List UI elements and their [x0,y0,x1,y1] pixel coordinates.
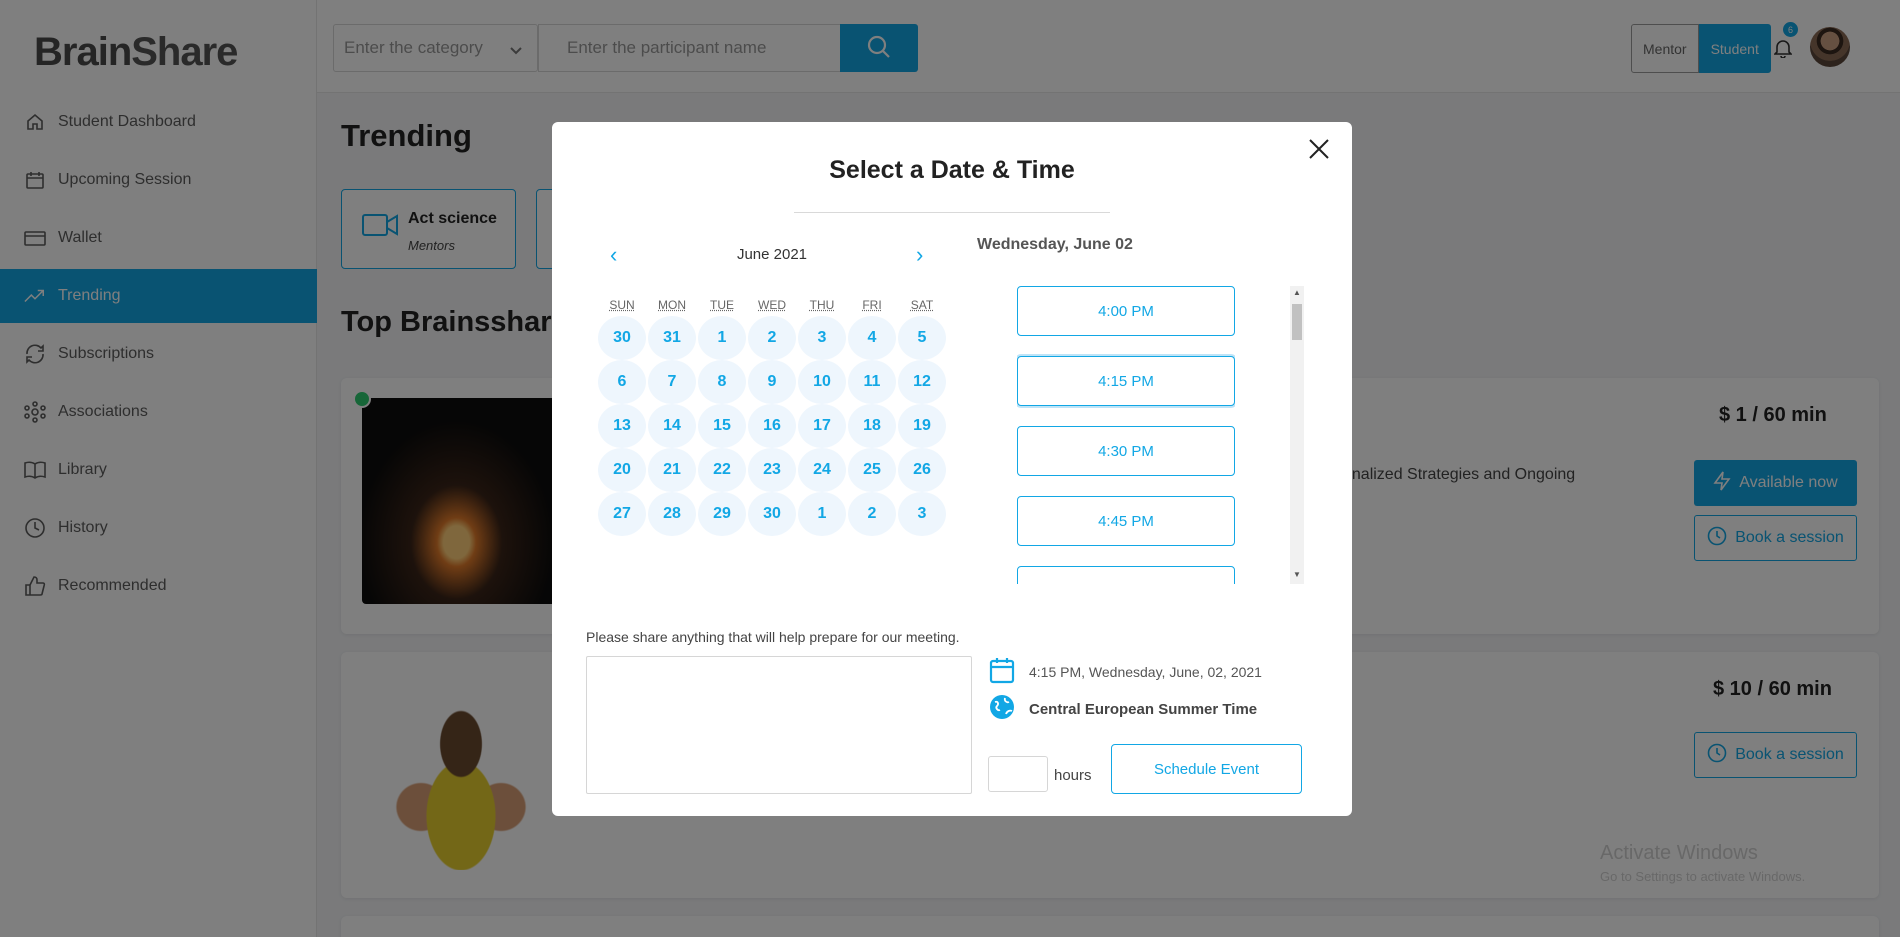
calendar-month-label: June 2021 [637,246,907,263]
selected-datetime-summary: 4:15 PM, Wednesday, June, 02, 2021 [989,656,1262,687]
calendar-day[interactable]: 14 [648,404,696,448]
calendar-day[interactable]: 28 [648,492,696,536]
modal-title: Select a Date & Time [552,156,1352,185]
meeting-note-label: Please share anything that will help pre… [586,629,960,645]
weekday-label: SUN [597,298,647,312]
weekday-label: THU [797,298,847,312]
calendar-day[interactable]: 8 [698,360,746,404]
time-slot-button[interactable]: 4:45 PM [1017,496,1235,546]
calendar-icon [989,656,1015,687]
calendar-day[interactable]: 27 [598,492,646,536]
calendar-day[interactable]: 4 [848,316,896,360]
previous-month-button[interactable]: ‹ [610,242,617,268]
weekday-label: WED [747,298,797,312]
scrollbar-thumb[interactable] [1292,304,1302,340]
time-slot-button-selected[interactable]: 4:15 PM [1017,356,1235,406]
globe-icon [989,694,1015,724]
calendar-day[interactable]: 11 [848,360,896,404]
schedule-event-button[interactable]: Schedule Event [1111,744,1302,794]
time-slot-button[interactable]: 4:00 PM [1017,286,1235,336]
calendar-day[interactable]: 10 [798,360,846,404]
hours-label: hours [1054,767,1092,784]
calendar-day[interactable]: 12 [898,360,946,404]
calendar-day[interactable]: 9 [748,360,796,404]
selected-datetime-text: 4:15 PM, Wednesday, June, 02, 2021 [1029,664,1262,680]
calendar-day[interactable]: 17 [798,404,846,448]
timezone-summary: Central European Summer Time [989,694,1257,724]
calendar-day[interactable]: 29 [698,492,746,536]
close-icon [1308,138,1330,165]
calendar-day[interactable]: 7 [648,360,696,404]
calendar-day[interactable]: 25 [848,448,896,492]
calendar-day[interactable]: 5 [898,316,946,360]
scroll-up-arrow-icon[interactable]: ▲ [1293,288,1301,297]
calendar-day[interactable]: 30 [598,316,646,360]
weekday-label: TUE [697,298,747,312]
calendar-day[interactable]: 3 [798,316,846,360]
calendar-day[interactable]: 2 [848,492,896,536]
calendar-day[interactable]: 1 [698,316,746,360]
calendar-day[interactable]: 19 [898,404,946,448]
selected-date-label: Wednesday, June 02 [977,236,1133,254]
calendar-day[interactable]: 26 [898,448,946,492]
calendar-day[interactable]: 22 [698,448,746,492]
scroll-down-arrow-icon[interactable]: ▼ [1293,570,1301,579]
time-slot-button[interactable]: 4:30 PM [1017,426,1235,476]
weekday-header: SUN MON TUE WED THU FRI SAT [597,298,947,312]
meeting-note-input[interactable] [586,656,972,794]
calendar-day[interactable]: 18 [848,404,896,448]
weekday-label: FRI [847,298,897,312]
weekday-label: MON [647,298,697,312]
calendar-days-grid: 30 31 1 2 3 4 5 6 7 8 9 10 11 12 13 14 1… [597,316,947,536]
title-divider [794,212,1110,213]
calendar-day[interactable]: 16 [748,404,796,448]
calendar-day[interactable]: 21 [648,448,696,492]
timezone-text: Central European Summer Time [1029,701,1257,718]
calendar-day[interactable]: 20 [598,448,646,492]
calendar-day[interactable]: 15 [698,404,746,448]
hours-input[interactable] [988,756,1048,792]
schedule-modal: Select a Date & Time ‹ June 2021 › SUN M… [552,122,1352,816]
calendar-day[interactable]: 23 [748,448,796,492]
calendar-day[interactable]: 24 [798,448,846,492]
calendar-day[interactable]: 3 [898,492,946,536]
calendar-day[interactable]: 6 [598,360,646,404]
time-slot-button[interactable] [1017,566,1235,584]
close-button[interactable] [1304,136,1334,166]
time-slot-list: 4:00 PM 4:15 PM 4:30 PM 4:45 PM [1017,286,1235,584]
weekday-label: SAT [897,298,947,312]
calendar-day[interactable]: 1 [798,492,846,536]
calendar-day[interactable]: 13 [598,404,646,448]
calendar-day[interactable]: 30 [748,492,796,536]
calendar-day[interactable]: 2 [748,316,796,360]
calendar-day[interactable]: 31 [648,316,696,360]
time-slot-scrollbar[interactable]: ▲ ▼ [1290,286,1304,584]
next-month-button[interactable]: › [916,242,923,268]
